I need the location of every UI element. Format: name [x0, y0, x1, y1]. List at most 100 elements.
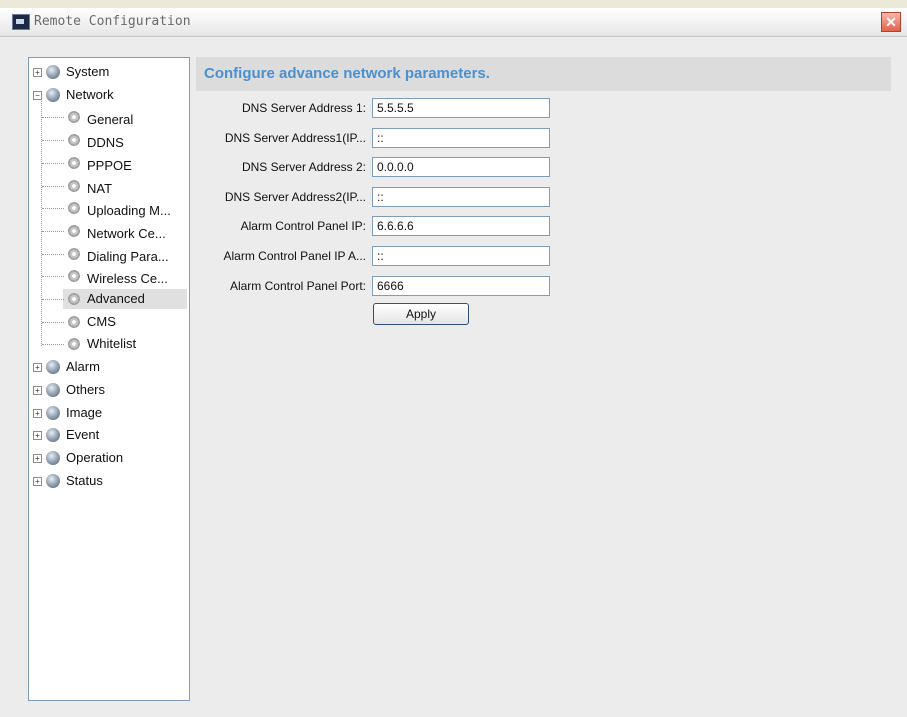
gear-icon — [67, 155, 81, 170]
tree-connector-branch — [42, 230, 64, 232]
field-input[interactable]: :: — [372, 246, 550, 266]
expand-toggle[interactable]: + — [33, 408, 42, 418]
tree-item-pppoe[interactable]: PPPOE — [29, 153, 187, 173]
section-header: Configure advance network parameters. — [196, 57, 891, 91]
config-tree[interactable]: + System − Network General DDNS PPPOE NAT Upload… — [28, 57, 190, 701]
gear-icon — [67, 269, 81, 284]
expand-toggle[interactable]: + — [33, 68, 42, 77]
tree-item-network-ce[interactable]: Network Ce... — [29, 221, 187, 241]
tree-item-label: NAT — [87, 180, 113, 196]
globe-icon — [46, 65, 60, 79]
tree-item-label: Image — [66, 404, 103, 420]
tree-item-system[interactable]: + System — [29, 62, 187, 82]
tree-item-dialing-para[interactable]: Dialing Para... — [29, 244, 187, 264]
tree-item-wireless-ce[interactable]: Wireless Ce... — [29, 266, 187, 286]
tree-item-label: System — [66, 64, 110, 79]
globe-icon — [46, 428, 60, 443]
content-area: + System − Network General DDNS PPPOE NAT Upload… — [0, 37, 907, 717]
expand-toggle[interactable]: + — [33, 363, 42, 373]
tree-connector-branch — [42, 253, 64, 255]
tree-connector-branch — [42, 276, 64, 278]
tree-item-network[interactable]: − Network — [29, 85, 187, 105]
globe-icon — [46, 382, 60, 397]
globe-icon — [46, 360, 60, 375]
tree-connector-branch — [42, 321, 64, 323]
tree-connector-branch — [42, 344, 64, 346]
app-icon — [12, 14, 30, 30]
tree-item-label: Dialing Para... — [87, 248, 169, 264]
tree-connector-branch — [42, 185, 64, 187]
tree-item-label: Advanced — [87, 291, 145, 306]
remote-configuration-window: Remote Configuration ✕ + System − Network Ge… — [0, 0, 907, 717]
tree-item-general[interactable]: General — [29, 107, 187, 127]
field-label: DNS Server Address 2: — [241, 160, 366, 175]
field-input[interactable]: 0.0.0.0 — [372, 157, 550, 178]
tree-connector-branch — [42, 117, 64, 119]
tree-connector-branch — [42, 162, 64, 164]
gear-icon — [67, 337, 81, 352]
field-input[interactable]: 5.5.5.5 — [372, 98, 550, 118]
field-label: DNS Server Address1(IP... — [224, 130, 366, 145]
tree-item-status[interactable]: + Status — [29, 471, 187, 491]
tree-item-others[interactable]: + Others — [29, 380, 187, 400]
tree-item-whitelist[interactable]: Whitelist — [29, 334, 187, 354]
gear-icon — [67, 133, 81, 148]
gear-icon — [67, 223, 81, 238]
window-title: Remote Configuration — [34, 14, 191, 29]
tree-item-label: PPPOE — [87, 157, 132, 173]
tree-item-alarm[interactable]: + Alarm — [29, 357, 187, 377]
tree-item-label: Whitelist — [87, 336, 137, 352]
tree-item-label: CMS — [87, 313, 116, 329]
title-bar[interactable]: Remote Configuration ✕ — [0, 8, 907, 37]
gear-icon — [67, 314, 81, 329]
expand-toggle[interactable]: + — [33, 431, 42, 441]
tree-item-nat[interactable]: NAT — [29, 176, 187, 196]
field-label: Alarm Control Panel IP A... — [223, 249, 366, 263]
tree-item-uploading-m[interactable]: Uploading M... — [29, 198, 187, 218]
close-button[interactable]: ✕ — [881, 12, 901, 32]
gear-icon — [67, 110, 81, 125]
field-label: Alarm Control Panel Port: — [229, 278, 366, 293]
tree-item-ddns[interactable]: DDNS — [29, 130, 187, 150]
gear-icon — [67, 178, 81, 193]
tree-item-label: Event — [66, 427, 100, 443]
apply-button[interactable]: Apply — [373, 303, 469, 326]
globe-icon — [46, 87, 60, 102]
globe-icon — [46, 405, 60, 420]
tree-connector-branch — [42, 299, 64, 300]
tree-item-label: Wireless Ce... — [87, 271, 168, 287]
advanced-settings-panel: Configure advance network parameters. DN… — [196, 57, 891, 699]
tree-item-label: Uploading M... — [87, 203, 171, 219]
field-input[interactable]: :: — [372, 186, 550, 207]
tree-item-event[interactable]: + Event — [29, 425, 187, 445]
field-input[interactable]: :: — [372, 127, 550, 148]
tree-item-label: Status — [66, 472, 103, 488]
globe-icon — [46, 473, 60, 488]
tree-item-label: Others — [66, 381, 106, 397]
tree-connector-branch — [42, 140, 64, 142]
expand-toggle[interactable]: + — [33, 476, 42, 486]
field-input[interactable]: 6.6.6.6 — [372, 216, 550, 237]
expand-toggle[interactable]: + — [33, 385, 42, 395]
tree-item-image[interactable]: + Image — [29, 403, 187, 423]
tree-item-label: DDNS — [87, 135, 124, 151]
field-label: Alarm Control Panel IP: — [240, 219, 366, 234]
tree-connector-branch — [42, 208, 64, 210]
tree-item-label: Network — [66, 86, 114, 102]
expand-toggle[interactable]: + — [33, 453, 42, 463]
field-label: DNS Server Address 1: — [241, 101, 366, 115]
tree-item-label: Operation — [66, 449, 124, 465]
gear-icon — [67, 246, 81, 261]
tree-item-operation[interactable]: + Operation — [29, 448, 187, 468]
field-label: DNS Server Address2(IP... — [224, 189, 366, 204]
tree-item-label: Network Ce... — [87, 225, 166, 241]
tree-item-cms[interactable]: CMS — [29, 312, 187, 332]
collapse-toggle[interactable]: − — [33, 90, 42, 100]
gear-icon — [67, 292, 81, 306]
tree-item-label: General — [87, 112, 134, 128]
tree-item-advanced[interactable]: Advanced — [29, 289, 187, 309]
tree-item-label: Alarm — [66, 359, 100, 375]
field-input[interactable]: 6666 — [372, 275, 550, 296]
globe-icon — [46, 450, 60, 465]
section-title: Configure advance network parameters. — [204, 65, 490, 82]
